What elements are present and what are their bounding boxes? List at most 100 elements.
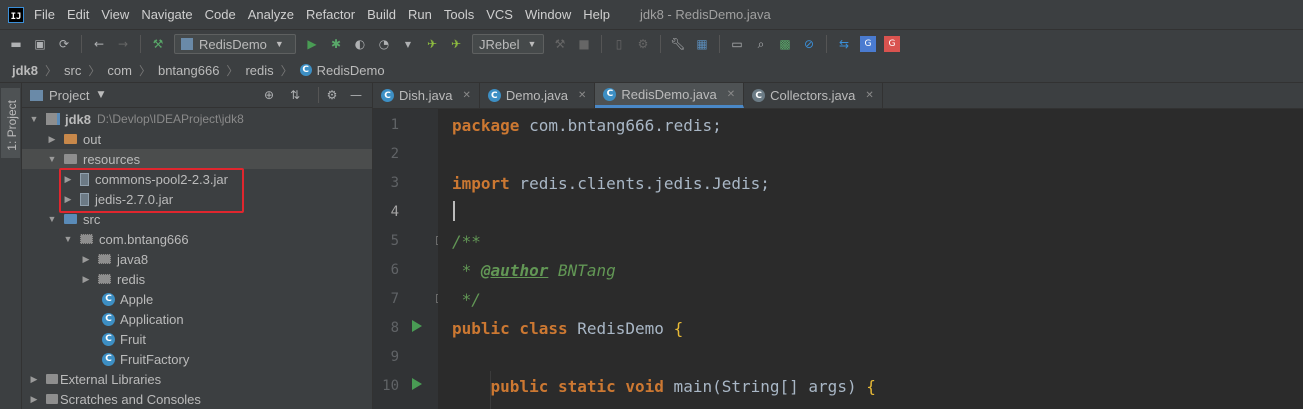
tab-dish-java[interactable]: C Dish.java ✕ — [373, 83, 480, 108]
tree-item-out[interactable]: ▶ out — [22, 129, 372, 149]
intellij-logo-icon[interactable]: IJ — [8, 6, 24, 23]
tree-item-label: java8 — [117, 251, 149, 267]
menu-run[interactable]: Run — [408, 7, 432, 22]
tree-item-label: com.bntang666 — [99, 231, 189, 247]
menu-file[interactable]: File — [34, 7, 55, 22]
tree-item-redis[interactable]: ▶ redis — [22, 269, 372, 289]
tree-item-resources[interactable]: ▼ resources — [22, 149, 372, 169]
breadcrumb-com[interactable]: com — [107, 63, 132, 78]
wrench-icon[interactable]: 🔧︎ — [670, 36, 686, 52]
line-number: 3 — [390, 175, 399, 191]
tree-item-scratches[interactable]: ▶ Scratches and Consoles — [22, 389, 372, 409]
run-config-select[interactable]: RedisDemo ▼ — [174, 34, 296, 54]
open-icon[interactable]: ▬ — [8, 36, 24, 52]
cpu-icon[interactable]: ▩ — [777, 36, 793, 52]
build-icon[interactable]: ⚒ — [150, 36, 166, 52]
chevron-right-icon[interactable]: ▶ — [46, 134, 58, 145]
breadcrumb-redisdemo[interactable]: RedisDemo — [317, 63, 385, 78]
sync-icon[interactable]: ⟳ — [56, 36, 72, 52]
chevron-right-icon: 〉 — [226, 63, 239, 78]
collapse-all-icon[interactable]: ⇅ — [287, 87, 303, 103]
line-number: 9 — [390, 349, 399, 365]
close-icon[interactable]: ✕ — [727, 89, 735, 100]
chevron-down-icon[interactable]: ▼ — [97, 90, 104, 100]
gear-icon[interactable]: ⚙ — [324, 87, 340, 103]
tree-item-package[interactable]: ▼ com.bntang666 — [22, 229, 372, 249]
menu-tools[interactable]: Tools — [444, 7, 474, 22]
close-icon[interactable]: ✕ — [462, 90, 470, 101]
chevron-right-icon[interactable]: ▶ — [80, 254, 92, 265]
run-icon[interactable]: ▶ — [304, 36, 320, 52]
tree-item-apple[interactable]: C Apple — [22, 289, 372, 309]
close-icon[interactable]: ✕ — [865, 90, 873, 101]
back-icon[interactable]: ← — [91, 36, 107, 52]
tree-item-root[interactable]: ▼ jdk8 D:\Devlop\IDEAProject\jdk8 — [22, 109, 372, 129]
hammer-icon[interactable]: ⚒ — [552, 36, 568, 52]
breadcrumb-redis[interactable]: redis — [245, 63, 273, 78]
run-gutter-icon[interactable] — [412, 378, 422, 390]
attach-icon[interactable]: ⚙ — [635, 36, 651, 52]
forward-icon[interactable]: → — [115, 36, 131, 52]
chevron-right-icon[interactable]: ▶ — [28, 394, 40, 405]
tree-item-fruit[interactable]: C Fruit — [22, 329, 372, 349]
menu-build[interactable]: Build — [367, 7, 396, 22]
main-toolbar: ▬ ▣ ⟳ ← → ⚒ RedisDemo ▼ ▶ ✱ ◐ ◔ ▼ ✈ ✈ JR… — [0, 29, 1303, 59]
no-icon[interactable]: ⊘ — [801, 36, 817, 52]
tree-item-external-libraries[interactable]: ▶ External Libraries — [22, 369, 372, 389]
google-translate-icon[interactable]: G — [860, 36, 876, 52]
breadcrumb-src[interactable]: src — [64, 63, 81, 78]
class-icon: C — [299, 64, 312, 76]
structure-icon[interactable]: ▦ — [694, 36, 710, 52]
jrebel-debug-icon[interactable]: ✈ — [448, 36, 464, 52]
tree-item-fruitfactory[interactable]: C FruitFactory — [22, 349, 372, 369]
class-icon: C — [603, 87, 617, 101]
tab-collectors-java[interactable]: C Collectors.java ✕ — [744, 83, 883, 108]
menu-view[interactable]: View — [101, 7, 129, 22]
profile-menu-icon[interactable]: ▼ — [400, 36, 416, 52]
debug-icon[interactable]: ✱ — [328, 36, 344, 52]
tab-demo-java[interactable]: C Demo.java ✕ — [480, 83, 596, 108]
stop-icon[interactable]: ■ — [576, 36, 592, 52]
menu-vcs[interactable]: VCS — [486, 7, 513, 22]
project-view-icon — [30, 89, 43, 101]
minimize-icon[interactable]: — — [348, 87, 364, 103]
jrebel-select[interactable]: JRebel ▼ — [472, 34, 544, 54]
terminal-icon[interactable]: ▭ — [729, 36, 745, 52]
profile-icon[interactable]: ◔ — [376, 36, 392, 52]
translate-icon[interactable]: ⇆ — [836, 36, 852, 52]
menu-edit[interactable]: Edit — [67, 7, 89, 22]
save-icon[interactable]: ▣ — [32, 36, 48, 52]
breadcrumb: jdk8 〉 src 〉 com 〉 bntang666 〉 redis 〉 C… — [0, 58, 1303, 83]
breadcrumb-bntang666[interactable]: bntang666 — [158, 63, 219, 78]
chevron-down-icon[interactable]: ▼ — [62, 234, 74, 244]
breadcrumb-jdk8[interactable]: jdk8 — [12, 63, 38, 78]
coverage-icon[interactable]: ◐ — [352, 36, 368, 52]
tab-redisdemo-java[interactable]: C RedisDemo.java ✕ — [595, 83, 745, 108]
close-icon[interactable]: ✕ — [578, 90, 586, 101]
scratches-icon — [46, 394, 58, 404]
locate-icon[interactable]: ⊕ — [261, 87, 277, 103]
chevron-right-icon[interactable]: ▶ — [80, 274, 92, 285]
menu-navigate[interactable]: Navigate — [141, 7, 192, 22]
tree-item-java8[interactable]: ▶ java8 — [22, 249, 372, 269]
menu-code[interactable]: Code — [205, 7, 236, 22]
menu-analyze[interactable]: Analyze — [248, 7, 294, 22]
menu-refactor[interactable]: Refactor — [306, 7, 355, 22]
project-view-title[interactable]: Project — [49, 88, 89, 103]
tree-item-application[interactable]: C Application — [22, 309, 372, 329]
project-panel: Project ▼ ⊕ ⇅ ⚙ — ▼ jdk8 D:\Devlop\IDEAP… — [22, 83, 373, 409]
chevron-down-icon[interactable]: ▼ — [28, 114, 40, 124]
annotation-highlight-box — [59, 168, 244, 213]
search-icon[interactable]: ⌕ — [753, 36, 769, 52]
chevron-down-icon[interactable]: ▼ — [46, 214, 58, 224]
run-gutter-icon[interactable] — [412, 320, 422, 332]
menu-window[interactable]: Window — [525, 7, 571, 22]
device-icon[interactable]: ▯ — [611, 36, 627, 52]
menu-help[interactable]: Help — [583, 7, 610, 22]
baidu-translate-icon[interactable]: G — [884, 36, 900, 52]
chevron-down-icon[interactable]: ▼ — [46, 154, 58, 164]
project-tool-button[interactable]: 1: Project — [1, 88, 20, 158]
jrebel-run-icon[interactable]: ✈ — [424, 36, 440, 52]
chevron-right-icon[interactable]: ▶ — [28, 374, 40, 385]
code-editor[interactable]: package com.bntang666.redis; import redi… — [438, 109, 1303, 409]
